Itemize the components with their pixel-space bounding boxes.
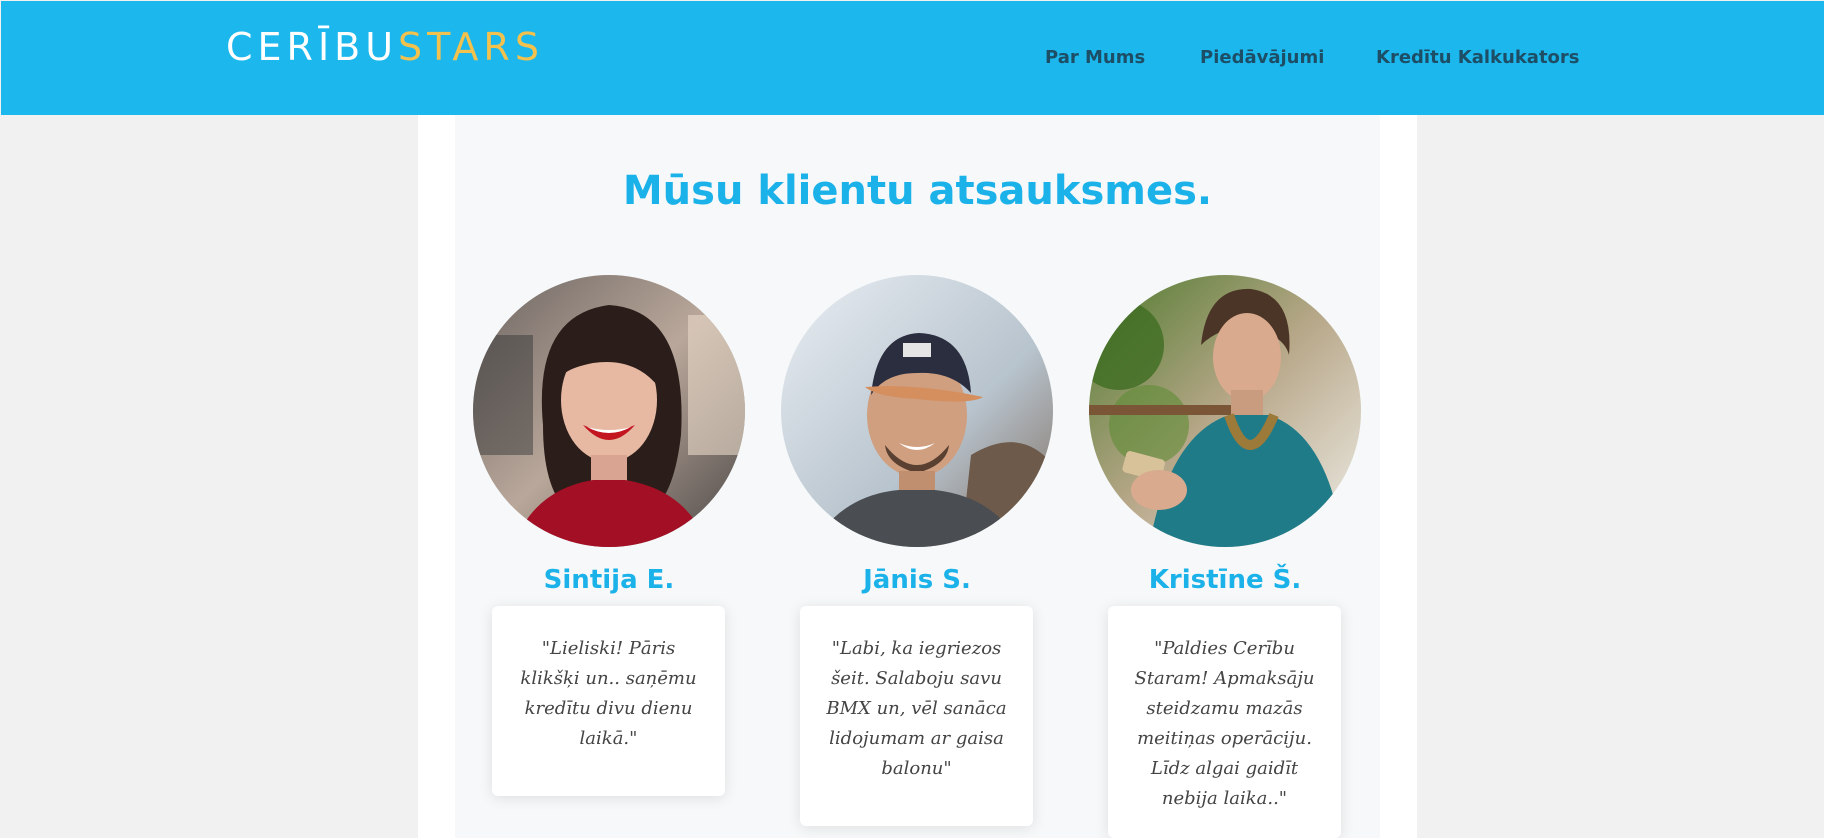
avatar-sintija	[473, 275, 745, 547]
nav-link-kreditu-kalkulators[interactable]: Kredītu Kalkukators	[1376, 46, 1580, 70]
testimonial-quote: "Lieliski! Pāris klikšķi un.. saņēmu kre…	[520, 638, 697, 749]
testimonial-card: "Lieliski! Pāris klikšķi un.. saņēmu kre…	[492, 606, 725, 796]
main-nav: Par Mums Piedāvājumi Kredītu Kalkukators	[0, 46, 1824, 70]
testimonial-card: "Labi, ka iegriezos šeit. Salaboju savu …	[800, 606, 1033, 826]
avatar-kristine	[1089, 275, 1361, 547]
avatar-photo	[781, 275, 1053, 547]
nav-link-par-mums[interactable]: Par Mums	[1045, 46, 1145, 70]
avatar-janis	[781, 275, 1053, 547]
testimonial-card: "Paldies Cerību Staram! Apmaksāju steidz…	[1108, 606, 1341, 838]
avatar-photo	[473, 275, 745, 547]
section-title: Mūsu klientu atsauksmes.	[622, 168, 1213, 214]
nav-link-piedavajumi[interactable]: Piedāvājumi	[1200, 46, 1324, 70]
testimonial-name: Sintija E.	[543, 565, 675, 595]
testimonial-name: Kristīne Š.	[1148, 565, 1302, 595]
testimonial-quote: "Labi, ka iegriezos šeit. Salaboju savu …	[826, 638, 1007, 779]
avatar-photo	[1089, 275, 1361, 547]
testimonial-name: Jānis S.	[863, 565, 971, 595]
testimonial-quote: "Paldies Cerību Staram! Apmaksāju steidz…	[1134, 638, 1315, 809]
